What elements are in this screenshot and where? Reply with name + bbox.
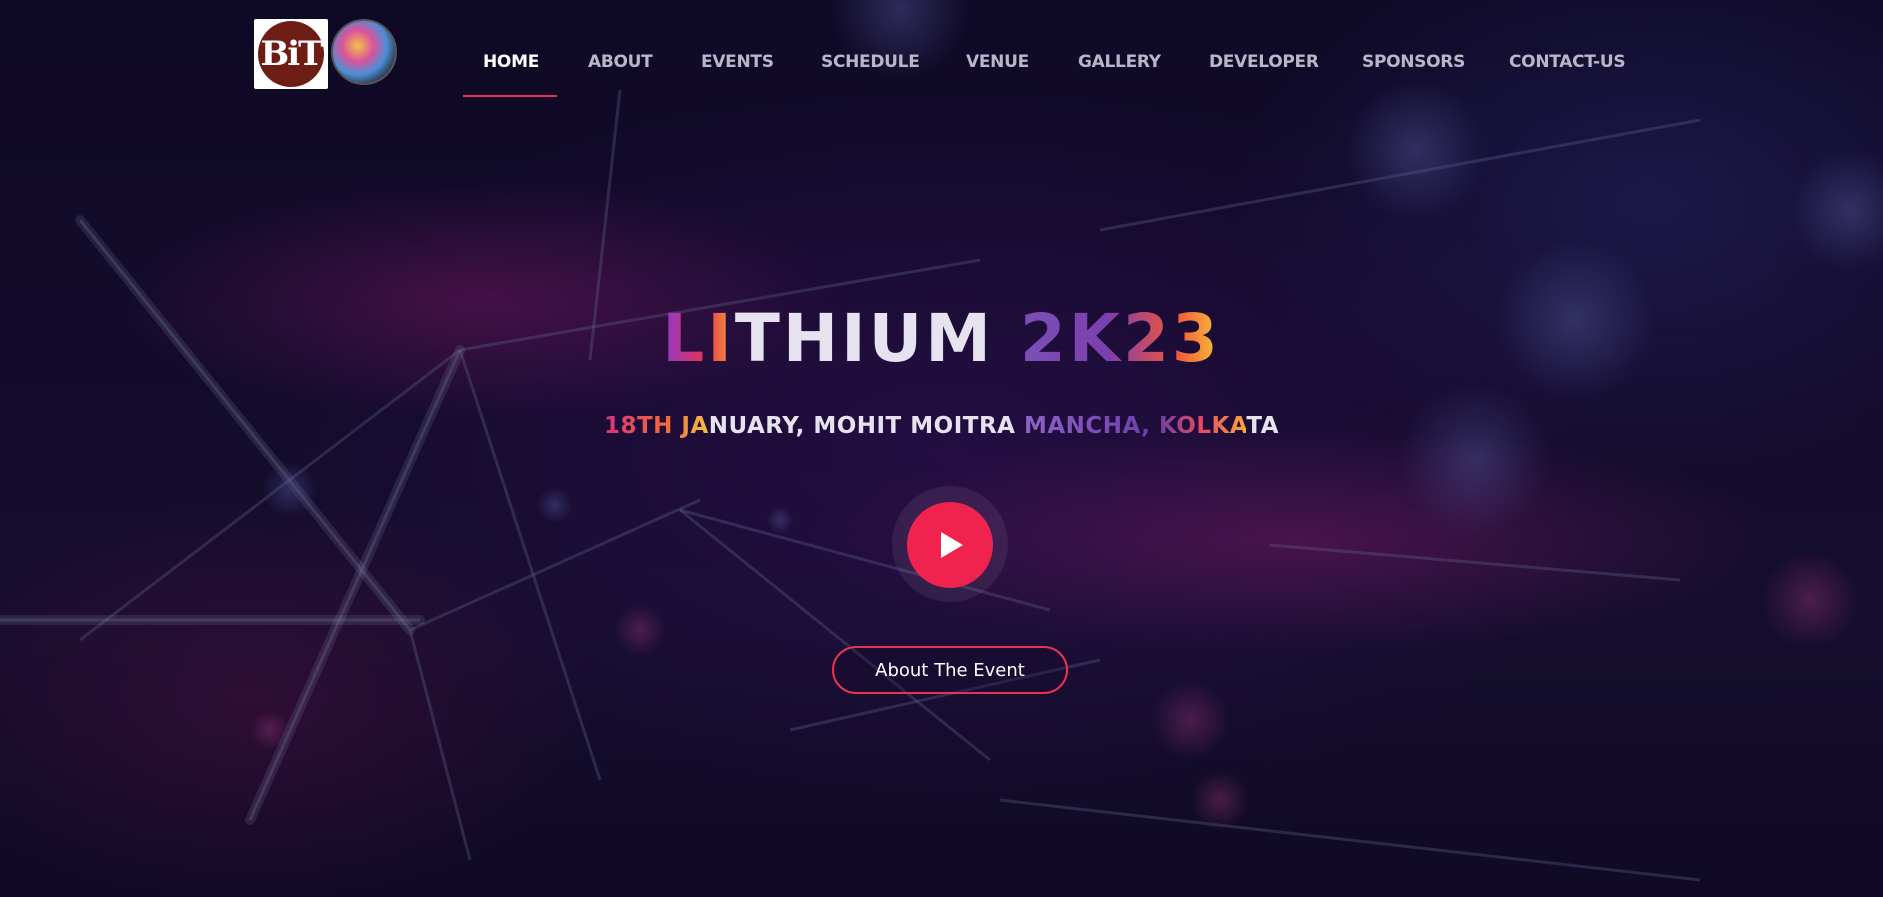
- subtitle-part-1: 18TH JA: [603, 413, 709, 439]
- subtitle-part-4: TA: [1246, 413, 1280, 439]
- nav-venue[interactable]: VENUE: [966, 52, 1029, 72]
- play-icon: [941, 532, 963, 558]
- nav-sponsors[interactable]: SPONSORS: [1362, 52, 1465, 72]
- fest-logo[interactable]: [331, 19, 397, 85]
- nav-events[interactable]: EVENTS: [701, 52, 774, 72]
- title-part-3: 2K23: [993, 300, 1221, 377]
- subtitle-part-2: NUARY, MOHIT MOITRA: [708, 413, 1024, 439]
- concert-background: [0, 0, 1883, 897]
- nav-developer[interactable]: DEVELOPER: [1209, 52, 1319, 72]
- nav-home[interactable]: HOME: [483, 52, 539, 72]
- hero-section: BiT HOME ABOUT EVENTS SCHEDULE VENUE GAL…: [0, 0, 1883, 897]
- bit-logo-mark: BiT: [258, 21, 324, 87]
- event-title: LITHIUM 2K23: [0, 300, 1883, 377]
- nav-gallery[interactable]: GALLERY: [1078, 52, 1161, 72]
- active-nav-indicator: [463, 95, 557, 97]
- nav-about[interactable]: ABOUT: [588, 52, 653, 72]
- subtitle-part-3: MANCHA, KOLKA: [1023, 413, 1247, 439]
- event-date-venue: 18TH JANUARY, MOHIT MOITRA MANCHA, KOLKA…: [0, 413, 1883, 439]
- bit-logo[interactable]: BiT: [254, 19, 328, 89]
- site-header: BiT HOME ABOUT EVENTS SCHEDULE VENUE GAL…: [0, 0, 1883, 110]
- nav-schedule[interactable]: SCHEDULE: [821, 52, 920, 72]
- nav-contact-us[interactable]: CONTACT-US: [1509, 52, 1626, 72]
- play-video-button[interactable]: [907, 502, 993, 588]
- title-part-1: LI: [662, 300, 735, 377]
- title-part-2: THIUM: [734, 300, 994, 377]
- about-event-button[interactable]: About The Event: [832, 646, 1068, 694]
